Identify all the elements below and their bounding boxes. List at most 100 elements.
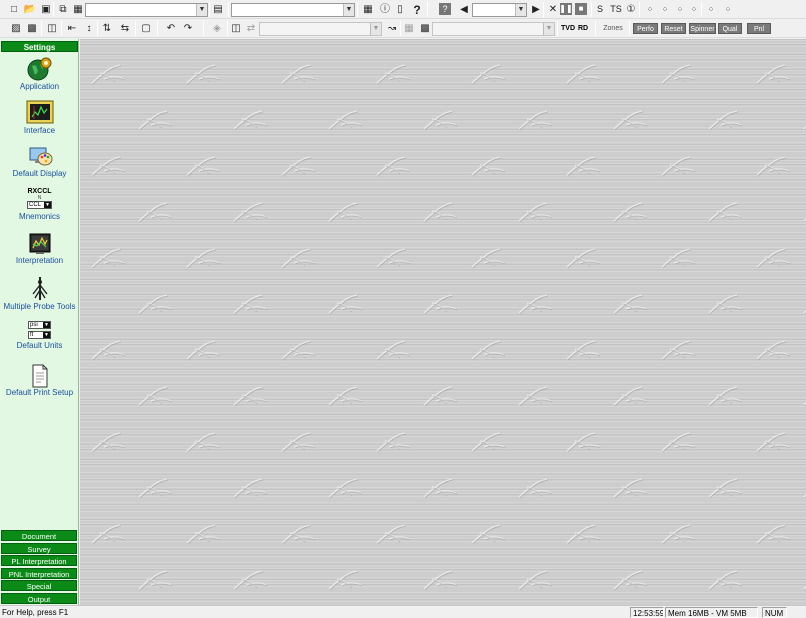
align-vertical-icon[interactable]: ↕ (81, 21, 97, 36)
toolbar2-combo-left[interactable]: ▼ (259, 22, 382, 36)
chevron-down-icon[interactable]: ▼ (196, 4, 207, 16)
units-select-pressure[interactable]: psi ▼ (28, 321, 51, 329)
sidebar-item-interface[interactable]: Interface (0, 100, 79, 136)
watermark-logo (281, 432, 316, 453)
main-workspace[interactable] (80, 39, 806, 605)
grid-icon[interactable]: ▦ (360, 2, 376, 17)
list-icon[interactable]: ▤ (210, 2, 226, 17)
resize-vertical-icon[interactable]: ⇅ (99, 21, 115, 36)
units-select-depth[interactable]: ft ▼ (28, 331, 51, 339)
watermark-logo (376, 524, 411, 545)
next-arrow-icon[interactable]: ▶ (528, 2, 544, 17)
chevron-down-icon[interactable]: ▼ (515, 4, 526, 16)
sidebar-item-label: Application (19, 82, 60, 91)
watermark-logo (471, 156, 506, 177)
watermark-logo (186, 64, 221, 85)
sidebar-item-multiple-probe-tools[interactable]: Multiple Probe Tools (0, 276, 79, 312)
toolbar2-combo-right[interactable]: ▼ (432, 22, 555, 36)
curve-icon[interactable]: ↝ (384, 21, 400, 36)
watermark-logo (518, 202, 553, 223)
stop-icon[interactable]: ■ (575, 3, 587, 15)
chart-edit-icon[interactable]: ▦ (401, 21, 417, 36)
sidebar-item-interpretation[interactable]: Interpretation (0, 232, 79, 266)
category-special[interactable]: Special (1, 580, 77, 591)
status-time: 12:53:59 (630, 607, 664, 618)
new-file-icon[interactable]: □ (6, 2, 22, 17)
mnemonics-select[interactable]: CCL ▼ (27, 201, 52, 209)
reset-button[interactable]: Reset (661, 23, 686, 34)
chevron-down-icon[interactable]: ▼ (343, 4, 354, 16)
save-icon[interactable]: ▣ (38, 2, 54, 17)
watermark-logo (661, 248, 696, 269)
erase-icon[interactable]: ◈ (209, 21, 225, 36)
help-book-icon[interactable]: ? (439, 3, 451, 15)
chevron-down-icon[interactable]: ▼ (543, 23, 554, 35)
scatter-1-icon[interactable]: ⁘ (642, 2, 658, 17)
category-pnl-interpretation[interactable]: PNL Interpretation (1, 568, 77, 579)
watermark-logo (186, 248, 221, 269)
tvd-button[interactable]: TVD (560, 22, 576, 36)
chevron-down-icon: ▼ (44, 202, 51, 208)
align-left-icon[interactable]: ⇤ (64, 21, 80, 36)
sidebar-item-application[interactable]: Application (0, 56, 79, 92)
rd-button[interactable]: RD (576, 22, 590, 36)
chevron-down-icon[interactable]: ▼ (370, 23, 381, 35)
watermark-logo (91, 524, 126, 545)
sidebar-item-default-units[interactable]: psi ▼ ft ▼ Default Units (0, 321, 79, 351)
sidebar-item-label: Multiple Probe Tools (3, 302, 76, 311)
watermark-logo (233, 570, 268, 591)
columns-icon[interactable]: ◫ (228, 21, 244, 36)
track-icon[interactable]: ▢ (138, 21, 154, 36)
scatter-6-icon[interactable]: ⁘ (720, 2, 736, 17)
perfo-button[interactable]: Perfo (633, 23, 658, 34)
open-folder-icon[interactable]: 📂 (22, 2, 38, 17)
qual-button[interactable]: Qual (718, 23, 742, 34)
zones-button[interactable]: Zones (600, 22, 626, 36)
watermark-logo (756, 432, 791, 453)
settings-header[interactable]: Settings (1, 41, 78, 52)
category-output[interactable]: Output (1, 593, 77, 604)
layers-icon[interactable]: ▩ (417, 21, 433, 36)
prev-arrow-icon[interactable]: ◀ (456, 2, 472, 17)
scatter-2-icon[interactable]: ⁘ (657, 2, 673, 17)
watermark-logo (423, 110, 458, 131)
sidebar-item-default-display[interactable]: Default Display (0, 143, 79, 179)
toolbar-combo-1[interactable]: ▼ (85, 3, 208, 17)
scatter-5-icon[interactable]: ⁘ (703, 2, 719, 17)
category-survey[interactable]: Survey (1, 543, 77, 554)
sidebar-item-default-print-setup[interactable]: Default Print Setup (0, 364, 79, 398)
tool-icon-2[interactable]: ▩ (24, 21, 40, 36)
circle-info-icon[interactable]: ① (623, 2, 639, 17)
s-button[interactable]: S (592, 2, 608, 17)
watermark-logo (186, 524, 221, 545)
pnl-button[interactable]: Pnl (747, 23, 771, 34)
question-icon[interactable]: ? (409, 2, 425, 17)
separator (61, 21, 62, 36)
category-pl-interpretation[interactable]: PL Interpretation (1, 555, 77, 566)
resize-horizontal-icon[interactable]: ⇆ (117, 21, 133, 36)
toolbar-combo-2[interactable]: ▼ (231, 3, 355, 17)
chevron-down-icon: ▼ (43, 332, 50, 338)
watermark-logo (518, 570, 553, 591)
undo-icon[interactable]: ↶ (163, 21, 179, 36)
split-icon[interactable]: ◫ (44, 21, 60, 36)
page-icon[interactable]: ▯ (392, 2, 408, 17)
paste-icon[interactable]: ▦ (70, 2, 86, 17)
ts-button[interactable]: TS (608, 2, 624, 17)
pause-icon[interactable]: ❚❚ (559, 3, 573, 15)
tool-icon-1[interactable]: ▨ (8, 21, 24, 36)
watermark-logo (186, 156, 221, 177)
toolbar-combo-3[interactable]: ▼ (472, 3, 527, 17)
info-icon[interactable]: ⓘ (377, 2, 393, 17)
watermark-logo (423, 294, 458, 315)
watermark-logo (518, 386, 553, 407)
copy-icon[interactable]: ⧉ (55, 2, 71, 17)
watermark-logo (376, 432, 411, 453)
category-document[interactable]: Document (1, 530, 77, 541)
link-icon[interactable]: ⇄ (243, 21, 259, 36)
probe-tool-icon (31, 277, 48, 300)
sidebar-item-mnemonics[interactable]: RXCCL N CCL ▼ Mnemonics (0, 188, 79, 222)
scatter-4-icon[interactable]: ⁘ (686, 2, 702, 17)
spinner-button[interactable]: Spinner (689, 23, 716, 34)
redo-icon[interactable]: ↷ (180, 21, 196, 36)
